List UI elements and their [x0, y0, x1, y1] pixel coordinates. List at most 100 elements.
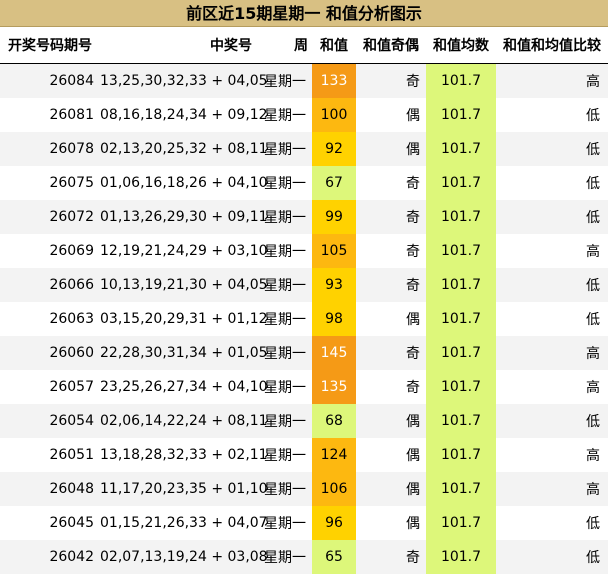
- table-row: 26078 02,13,20,25,32 + 08,11 星期一 92 偶 101.7 低: [0, 132, 608, 166]
- header-issue: 开奖号码期号: [0, 27, 100, 64]
- table-row: 26054 02,06,14,22,24 + 08,11 星期一 68 偶 101.7 低: [0, 404, 608, 438]
- cell-numbers: 01,06,16,18,26 + 04,10: [100, 166, 268, 200]
- cell-avg: 101.7: [426, 98, 496, 132]
- table-body: 26084 13,25,30,32,33 + 04,05 星期一 133 奇 101.7 高…: [0, 63, 608, 574]
- cell-sum: 99: [312, 200, 356, 234]
- cell-parity: 偶: [356, 506, 426, 540]
- cell-issue: 26066: [0, 268, 100, 302]
- table-row: 26069 12,19,21,24,29 + 03,10 星期一 105 奇 101.7 高: [0, 234, 608, 268]
- cell-sum: 145: [312, 336, 356, 370]
- cell-avg: 101.7: [426, 63, 496, 98]
- table-row: 26060 22,28,30,31,34 + 01,05 星期一 145 奇 101.7 高: [0, 336, 608, 370]
- cell-issue: 26075: [0, 166, 100, 200]
- cell-sum: 93: [312, 268, 356, 302]
- header-numbers: 中奖号: [100, 27, 256, 64]
- cell-issue: 26045: [0, 506, 100, 540]
- table-row: 26084 13,25,30,32,33 + 04,05 星期一 133 奇 101.7 高: [0, 63, 608, 98]
- cell-issue: 26042: [0, 540, 100, 574]
- cell-sum: 106: [312, 472, 356, 506]
- cell-numbers: 13,18,28,32,33 + 02,11: [100, 438, 268, 472]
- analysis-frame: 前区近15期星期一 和值分析图示 开奖号码期号 中奖号 周 和值 和值奇偶 和值…: [0, 0, 608, 574]
- cell-numbers: 22,28,30,31,34 + 01,05: [100, 336, 268, 370]
- cell-compare: 低: [496, 98, 608, 132]
- cell-weekday: 星期一: [256, 336, 312, 370]
- table-header-row: 开奖号码期号 中奖号 周 和值 和值奇偶 和值均数 和值和均值比较: [0, 27, 608, 64]
- table-row: 26081 08,16,18,24,34 + 09,12 星期一 100 偶 101.7 低: [0, 98, 608, 132]
- cell-weekday: 星期一: [256, 506, 312, 540]
- table-row: 26072 01,13,26,29,30 + 09,11 星期一 99 奇 101.7 低: [0, 200, 608, 234]
- cell-issue: 26081: [0, 98, 100, 132]
- cell-avg: 101.7: [426, 200, 496, 234]
- cell-avg: 101.7: [426, 302, 496, 336]
- cell-weekday: 星期一: [256, 370, 312, 404]
- cell-weekday: 星期一: [256, 472, 312, 506]
- cell-sum: 98: [312, 302, 356, 336]
- cell-parity: 奇: [356, 234, 426, 268]
- table-row: 26048 11,17,20,23,35 + 01,10 星期一 106 偶 101.7 高: [0, 472, 608, 506]
- cell-avg: 101.7: [426, 234, 496, 268]
- cell-compare: 高: [496, 336, 608, 370]
- cell-avg: 101.7: [426, 268, 496, 302]
- table-row: 26075 01,06,16,18,26 + 04,10 星期一 67 奇 101.7 低: [0, 166, 608, 200]
- cell-parity: 偶: [356, 98, 426, 132]
- cell-sum: 68: [312, 404, 356, 438]
- cell-compare: 低: [496, 200, 608, 234]
- cell-issue: 26063: [0, 302, 100, 336]
- cell-issue: 26069: [0, 234, 100, 268]
- cell-weekday: 星期一: [256, 438, 312, 472]
- cell-avg: 101.7: [426, 132, 496, 166]
- cell-weekday: 星期一: [256, 302, 312, 336]
- cell-issue: 26054: [0, 404, 100, 438]
- cell-sum: 105: [312, 234, 356, 268]
- cell-issue: 26078: [0, 132, 100, 166]
- cell-issue: 26072: [0, 200, 100, 234]
- cell-compare: 低: [496, 506, 608, 540]
- cell-compare: 高: [496, 63, 608, 98]
- table-row: 26063 03,15,20,29,31 + 01,12 星期一 98 偶 101.7 低: [0, 302, 608, 336]
- cell-parity: 偶: [356, 404, 426, 438]
- cell-compare: 低: [496, 404, 608, 438]
- cell-compare: 低: [496, 166, 608, 200]
- cell-parity: 奇: [356, 336, 426, 370]
- cell-compare: 低: [496, 132, 608, 166]
- cell-issue: 26051: [0, 438, 100, 472]
- cell-sum: 100: [312, 98, 356, 132]
- cell-numbers: 02,07,13,19,24 + 03,08: [100, 540, 268, 574]
- table-row: 26066 10,13,19,21,30 + 04,05 星期一 93 奇 101.7 低: [0, 268, 608, 302]
- cell-issue: 26048: [0, 472, 100, 506]
- cell-sum: 96: [312, 506, 356, 540]
- cell-issue: 26060: [0, 336, 100, 370]
- cell-parity: 奇: [356, 63, 426, 98]
- cell-compare: 低: [496, 302, 608, 336]
- table-row: 26042 02,07,13,19,24 + 03,08 星期一 65 奇 101.7 低: [0, 540, 608, 574]
- cell-compare: 高: [496, 370, 608, 404]
- table-row: 26045 01,15,21,26,33 + 04,07 星期一 96 偶 101.7 低: [0, 506, 608, 540]
- cell-issue: 26084: [0, 63, 100, 98]
- cell-numbers: 02,06,14,22,24 + 08,11: [100, 404, 268, 438]
- cell-compare: 低: [496, 268, 608, 302]
- cell-numbers: 01,15,21,26,33 + 04,07: [100, 506, 268, 540]
- cell-numbers: 23,25,26,27,34 + 04,10: [100, 370, 268, 404]
- cell-numbers: 08,16,18,24,34 + 09,12: [100, 98, 268, 132]
- cell-avg: 101.7: [426, 166, 496, 200]
- cell-sum: 67: [312, 166, 356, 200]
- cell-parity: 奇: [356, 370, 426, 404]
- cell-weekday: 星期一: [256, 404, 312, 438]
- cell-sum: 135: [312, 370, 356, 404]
- header-avg: 和值均数: [426, 27, 496, 64]
- cell-parity: 偶: [356, 132, 426, 166]
- cell-issue: 26057: [0, 370, 100, 404]
- cell-weekday: 星期一: [256, 98, 312, 132]
- cell-weekday: 星期一: [256, 200, 312, 234]
- cell-weekday: 星期一: [256, 132, 312, 166]
- cell-avg: 101.7: [426, 540, 496, 574]
- cell-compare: 高: [496, 472, 608, 506]
- cell-numbers: 12,19,21,24,29 + 03,10: [100, 234, 268, 268]
- sum-analysis-table: 开奖号码期号 中奖号 周 和值 和值奇偶 和值均数 和值和均值比较 26084 1…: [0, 27, 608, 574]
- table-row: 26051 13,18,28,32,33 + 02,11 星期一 124 偶 101.7 高: [0, 438, 608, 472]
- cell-parity: 偶: [356, 302, 426, 336]
- cell-weekday: 星期一: [256, 540, 312, 574]
- cell-sum: 133: [312, 63, 356, 98]
- cell-numbers: 01,13,26,29,30 + 09,11: [100, 200, 268, 234]
- cell-compare: 低: [496, 540, 608, 574]
